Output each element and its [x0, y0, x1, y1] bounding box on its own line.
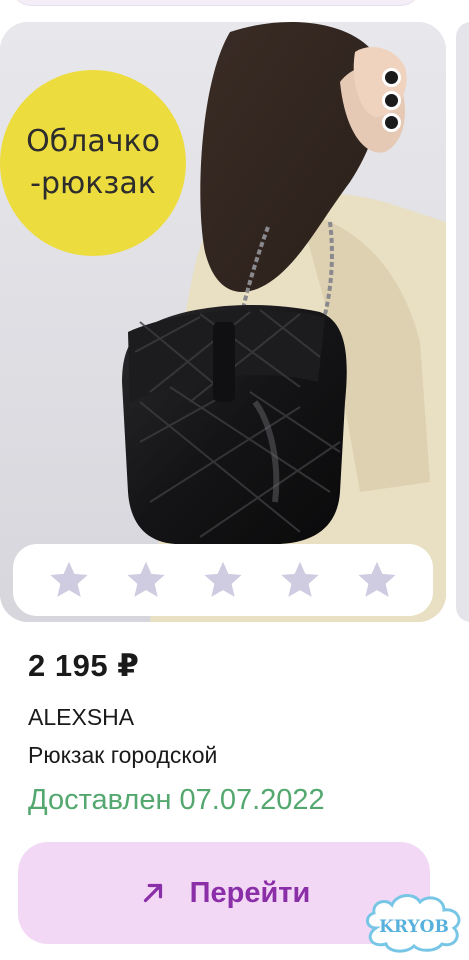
product-name: Рюкзак городской: [28, 742, 218, 768]
go-button-label: Перейти: [189, 876, 311, 909]
star-icon[interactable]: [123, 557, 169, 603]
star-icon[interactable]: [46, 557, 92, 603]
arrow-up-right-icon: [138, 878, 168, 908]
star-icon[interactable]: [277, 557, 323, 603]
menu-dot: [381, 113, 401, 132]
sticker-line-1: Облачко: [26, 124, 160, 159]
more-vertical-icon[interactable]: [378, 68, 404, 132]
menu-dot: [381, 68, 401, 87]
previous-card-edge: [10, 0, 422, 6]
delivery-status: Доставлен 07.07.2022: [28, 784, 325, 816]
sticker-line-2: -рюкзак: [30, 166, 156, 201]
menu-dot: [381, 90, 401, 110]
order-screen: Облачко -рюкзак 2 195 ₽ ALEXSHA Рюкзак г…: [0, 0, 469, 960]
promo-sticker: Облачко -рюкзак: [0, 70, 186, 256]
product-price: 2 195 ₽: [28, 648, 140, 683]
next-card-edge[interactable]: [456, 22, 469, 622]
kryob-watermark-logo: KRYOB: [362, 888, 466, 954]
rating-stars: [13, 544, 433, 616]
star-icon[interactable]: [354, 557, 400, 603]
product-card[interactable]: Облачко -рюкзак: [0, 22, 446, 622]
svg-text:KRYOB: KRYOB: [379, 917, 449, 937]
product-brand: ALEXSHA: [28, 704, 135, 730]
star-icon[interactable]: [200, 557, 246, 603]
